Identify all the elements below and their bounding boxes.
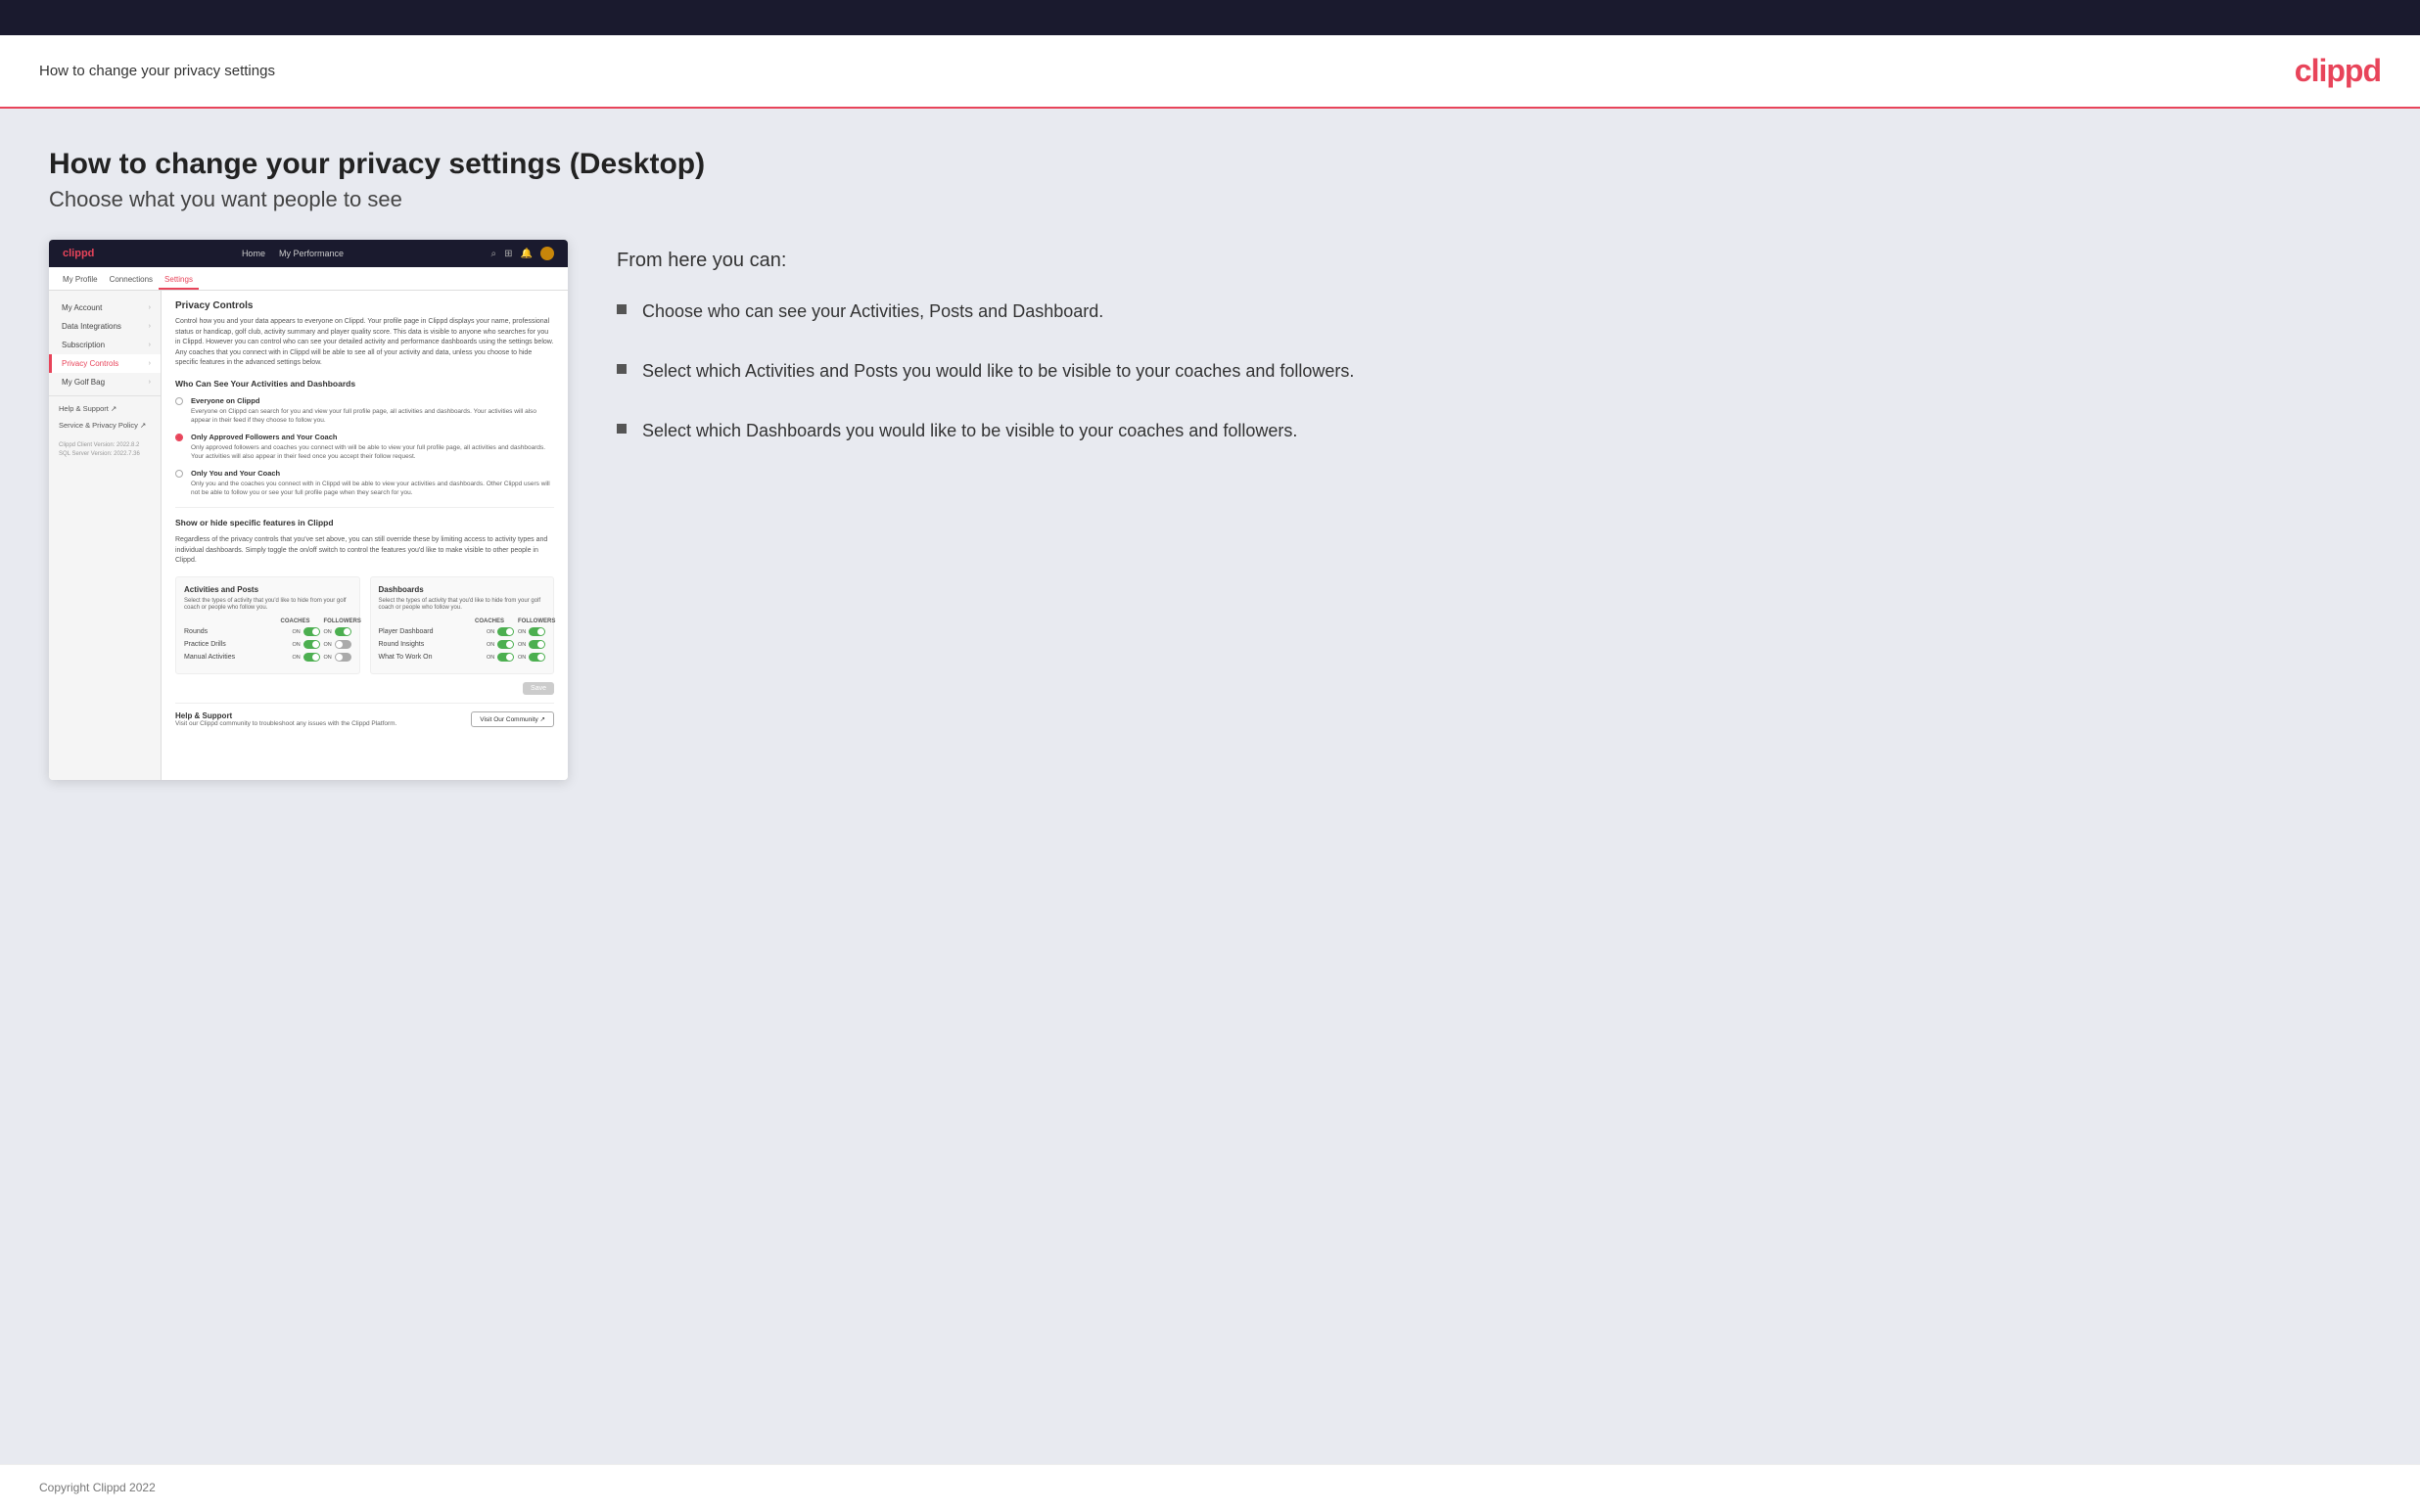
save-row: Save: [175, 682, 554, 695]
practice-followers-toggle[interactable]: [335, 640, 351, 649]
bullet-list: Choose who can see your Activities, Post…: [617, 299, 2371, 444]
page-heading: How to change your privacy settings (Des…: [49, 148, 2371, 181]
radio-everyone-circle[interactable]: [175, 397, 183, 405]
main-content: How to change your privacy settings (Des…: [0, 109, 2420, 1464]
radio-everyone[interactable]: Everyone on Clippd Everyone on Clippd ca…: [175, 396, 554, 425]
footer: Copyright Clippd 2022: [0, 1464, 2420, 1510]
app-sidebar: My Account › Data Integrations › Subscri…: [49, 291, 162, 780]
bullet-icon-2: [617, 364, 627, 374]
footer-text: Copyright Clippd 2022: [39, 1481, 156, 1494]
service-privacy-link[interactable]: Service & Privacy Policy ↗: [49, 417, 161, 434]
sidebar-divider: [49, 395, 161, 396]
practice-coaches-toggle[interactable]: [303, 640, 320, 649]
section1-header: Who Can See Your Activities and Dashboar…: [175, 379, 554, 389]
bullet-icon-1: [617, 304, 627, 314]
bullet-text-3: Select which Dashboards you would like t…: [642, 419, 1297, 443]
tab-my-profile[interactable]: My Profile: [57, 271, 104, 290]
content-row: clippd Home My Performance ⌕ ⊞ 🔔 My Prof…: [49, 240, 2371, 780]
page-subheading: Choose what you want people to see: [49, 187, 2371, 212]
right-panel: From here you can: Choose who can see yo…: [617, 240, 2371, 444]
privacy-controls-title: Privacy Controls: [175, 300, 554, 311]
features-grid: Activities and Posts Select the types of…: [175, 576, 554, 675]
workson-followers-toggle[interactable]: [529, 653, 545, 662]
section2-header: Show or hide specific features in Clippd: [175, 518, 554, 527]
app-body: My Account › Data Integrations › Subscri…: [49, 291, 568, 780]
help-section: Help & Support Visit our Clippd communit…: [175, 703, 554, 727]
help-support-link[interactable]: Help & Support ↗: [49, 400, 161, 417]
player-coaches-toggle[interactable]: [497, 627, 514, 636]
bullet-text-2: Select which Activities and Posts you wo…: [642, 359, 1354, 384]
radio-only-you[interactable]: Only You and Your Coach Only you and the…: [175, 469, 554, 497]
activity-row-rounds: Rounds ON ON: [184, 627, 351, 636]
app-brand: clippd: [63, 248, 94, 259]
bullet-item-1: Choose who can see your Activities, Post…: [617, 299, 2371, 324]
app-subnav: My Profile Connections Settings: [49, 267, 568, 291]
section2-desc: Regardless of the privacy controls that …: [175, 535, 554, 567]
radio-followers[interactable]: Only Approved Followers and Your Coach O…: [175, 433, 554, 461]
radio-only-you-circle[interactable]: [175, 470, 183, 478]
dashboard-row-player: Player Dashboard ON ON: [379, 627, 546, 636]
dashboards-col: Dashboards Select the types of activity …: [370, 576, 555, 675]
app-nav-links: Home My Performance: [242, 249, 344, 258]
header: How to change your privacy settings clip…: [0, 35, 2420, 109]
top-bar: [0, 0, 2420, 35]
header-title: How to change your privacy settings: [39, 63, 275, 79]
sidebar-item-golf-bag[interactable]: My Golf Bag ›: [49, 373, 161, 391]
app-screenshot: clippd Home My Performance ⌕ ⊞ 🔔 My Prof…: [49, 240, 568, 780]
chevron-right-icon: ›: [149, 360, 151, 367]
sidebar-item-subscription[interactable]: Subscription ›: [49, 336, 161, 354]
bell-icon[interactable]: 🔔: [521, 249, 533, 259]
home-link[interactable]: Home: [242, 249, 265, 258]
grid-icon[interactable]: ⊞: [504, 249, 512, 259]
manual-coaches-toggle[interactable]: [303, 653, 320, 662]
help-title: Help & Support: [175, 711, 396, 720]
activity-row-manual: Manual Activities ON ON: [184, 653, 351, 662]
privacy-controls-desc: Control how you and your data appears to…: [175, 317, 554, 369]
chevron-right-icon: ›: [149, 304, 151, 311]
logo: clippd: [2295, 53, 2381, 89]
insights-coaches-toggle[interactable]: [497, 640, 514, 649]
my-performance-link[interactable]: My Performance: [279, 249, 344, 258]
dashboard-row-insights: Round Insights ON ON: [379, 640, 546, 649]
rounds-followers-toggle[interactable]: [335, 627, 351, 636]
player-followers-toggle[interactable]: [529, 627, 545, 636]
help-desc: Visit our Clippd community to troublesho…: [175, 720, 396, 727]
app-main-panel: Privacy Controls Control how you and you…: [162, 291, 568, 780]
workson-coaches-toggle[interactable]: [497, 653, 514, 662]
chevron-right-icon: ›: [149, 323, 151, 330]
visit-community-button[interactable]: Visit Our Community ↗: [471, 711, 554, 727]
activity-row-practice: Practice Drills ON ON: [184, 640, 351, 649]
avatar-icon[interactable]: [540, 247, 554, 260]
bullet-item-2: Select which Activities and Posts you wo…: [617, 359, 2371, 384]
section-divider: [175, 507, 554, 508]
manual-followers-toggle[interactable]: [335, 653, 351, 662]
bullet-icon-3: [617, 424, 627, 434]
app-nav-icons: ⌕ ⊞ 🔔: [491, 247, 554, 260]
rounds-coaches-toggle[interactable]: [303, 627, 320, 636]
sidebar-item-privacy-controls[interactable]: Privacy Controls ›: [49, 354, 161, 373]
sidebar-item-account[interactable]: My Account ›: [49, 298, 161, 317]
chevron-right-icon: ›: [149, 379, 151, 386]
bullet-item-3: Select which Dashboards you would like t…: [617, 419, 2371, 443]
radio-followers-circle[interactable]: [175, 434, 183, 441]
app-topbar: clippd Home My Performance ⌕ ⊞ 🔔: [49, 240, 568, 267]
dashboard-row-workson: What To Work On ON ON: [379, 653, 546, 662]
activities-col: Activities and Posts Select the types of…: [175, 576, 360, 675]
chevron-right-icon: ›: [149, 342, 151, 348]
version-info: Clippd Client Version: 2022.8.2SQL Serve…: [49, 434, 161, 467]
from-here-label: From here you can:: [617, 250, 2371, 272]
insights-followers-toggle[interactable]: [529, 640, 545, 649]
search-icon[interactable]: ⌕: [491, 249, 497, 259]
tab-settings[interactable]: Settings: [159, 271, 199, 290]
save-button[interactable]: Save: [523, 682, 554, 695]
bullet-text-1: Choose who can see your Activities, Post…: [642, 299, 1103, 324]
sidebar-item-data-integrations[interactable]: Data Integrations ›: [49, 317, 161, 336]
tab-connections[interactable]: Connections: [104, 271, 159, 290]
